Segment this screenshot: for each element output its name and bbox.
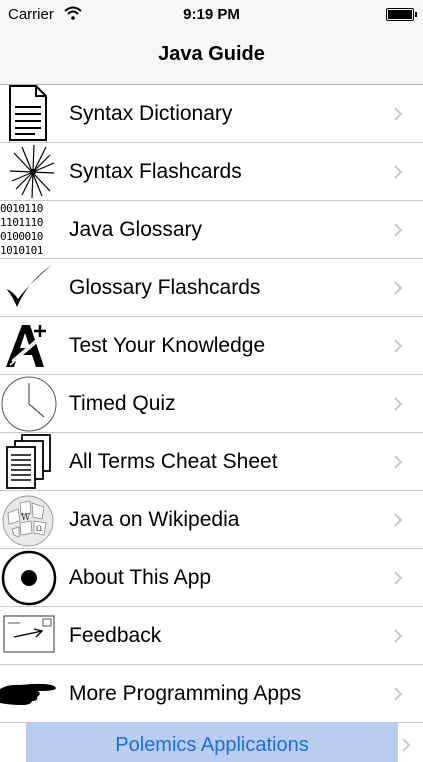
menu-list: Syntax Dictionary Syntax Flashcards 0010… [0,85,423,723]
binary-line: 0010110 [0,202,43,215]
polemics-applications-banner[interactable]: Polemics Applications [26,722,398,762]
clock-icon [1,376,57,432]
chevron-right-icon [394,165,403,179]
menu-item-feedback[interactable]: Feedback [0,607,423,665]
binary-line: 0100010 [0,230,43,243]
menu-item-label: Syntax Dictionary [69,102,233,125]
chevron-right-icon [394,397,403,411]
pointing-hand-icon [0,683,56,705]
chevron-right-icon [394,281,403,295]
menu-item-label: Timed Quiz [69,392,176,415]
menu-item-label: Java Glossary [69,218,203,241]
binary-icon: 0010110 1101110 0100010 1010101 [0,201,58,259]
chevron-right-icon [394,513,403,527]
stacked-pages-icon [6,434,51,489]
navigation-bar: Java Guide [0,28,423,85]
envelope-icon [3,615,55,653]
battery-icon [386,8,417,21]
checkmark-icon [6,265,52,307]
chevron-right-icon [394,455,403,469]
menu-item-syntax-flashcards[interactable]: Syntax Flashcards [0,143,423,201]
chevron-right-icon [394,107,403,121]
chevron-right-icon [394,339,403,353]
menu-item-java-glossary[interactable]: 0010110 1101110 0100010 1010101 Java Glo… [0,201,423,259]
dot-circle-icon [1,550,57,606]
menu-item-label: Glossary Flashcards [69,276,261,299]
menu-item-glossary-flashcards[interactable]: Glossary Flashcards [0,259,423,317]
menu-item-more-programming-apps[interactable]: More Programming Apps [0,665,423,723]
chevron-right-icon [394,687,403,701]
svg-text:W: W [21,513,31,523]
page-title: Java Guide [158,43,265,65]
starburst-icon [9,144,55,199]
status-bar: Carrier 9:19 PM [0,0,423,28]
clock-time: 9:19 PM [183,6,240,23]
menu-item-label: More Programming Apps [69,682,302,705]
chevron-right-icon [394,571,403,585]
menu-item-label: All Terms Cheat Sheet [69,450,278,473]
chevron-right-icon [394,223,403,237]
menu-item-about-this-app[interactable]: About This App [0,549,423,607]
chevron-right-icon [394,629,403,643]
menu-item-label: Test Your Knowledge [69,334,266,357]
menu-item-all-terms-cheat-sheet[interactable]: All Terms Cheat Sheet [0,433,423,491]
binary-line: 1101110 [0,216,43,229]
svg-text:Ω: Ω [36,525,42,533]
menu-item-timed-quiz[interactable]: Timed Quiz [0,375,423,433]
grade-a-plus-icon [6,325,46,367]
binary-line: 1010101 [0,244,43,257]
menu-item-test-your-knowledge[interactable]: Test Your Knowledge [0,317,423,375]
document-icon [9,85,47,141]
menu-item-label: Feedback [69,624,162,647]
banner-label: Polemics Applications [115,734,309,756]
wikipedia-globe-icon: W Ω [2,495,54,547]
menu-item-label: About This App [69,566,212,589]
menu-item-label: Java on Wikipedia [69,508,240,531]
menu-item-java-on-wikipedia[interactable]: W Ω Java on Wikipedia [0,491,423,549]
menu-item-syntax-dictionary[interactable]: Syntax Dictionary [0,85,423,143]
menu-item-label: Syntax Flashcards [69,160,242,183]
